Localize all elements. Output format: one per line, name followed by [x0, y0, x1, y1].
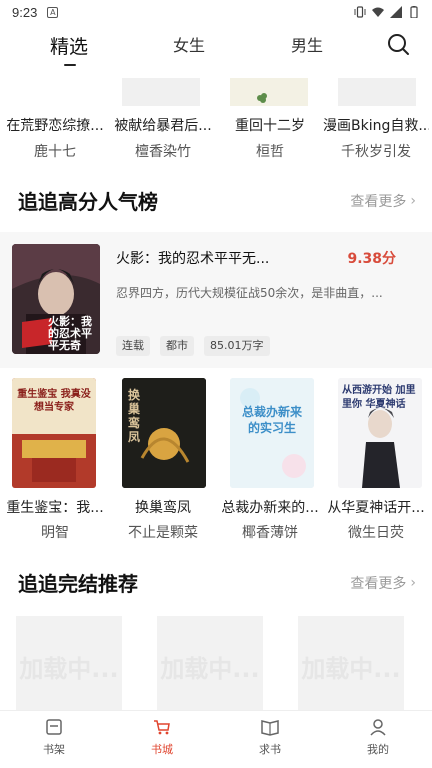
wifi-icon — [372, 7, 384, 17]
book-cover[interactable]: 重生鉴宝 我真没想当专家 — [12, 378, 96, 488]
book-author: 鹿十七 — [34, 144, 76, 160]
search-icon[interactable] — [386, 32, 410, 56]
nav-label: 书城 — [151, 743, 173, 756]
profile-icon — [370, 719, 386, 736]
book-author: 微生日荧 — [348, 525, 404, 541]
more-link-finished[interactable]: 查看更多 › — [350, 573, 416, 593]
nav-bookstore[interactable]: 书城 — [132, 717, 192, 757]
book-author: 檀香染竹 — [135, 144, 191, 160]
clover-decoration-icon — [257, 93, 267, 103]
chevron-right-icon: › — [410, 193, 416, 209]
featured-cover-text: 火影：我的忍术平平无奇 — [48, 315, 92, 352]
tab-male[interactable]: 男生 — [291, 32, 323, 56]
loading-placeholder: 加载中... — [16, 616, 122, 710]
nav-label: 我的 — [367, 743, 389, 756]
bookstore-cart-icon — [154, 720, 170, 735]
book-title[interactable]: 从华夏神话开... — [323, 497, 429, 517]
section-title-finished: 追追完结推荐 — [18, 572, 138, 596]
tag-genre: 都市 — [160, 336, 194, 356]
book-title[interactable]: 重生鉴宝：我... — [2, 497, 108, 517]
notification-a-icon: A — [47, 6, 59, 18]
vibrate-icon — [354, 6, 366, 18]
featured-book-cover[interactable]: 火影：我的忍术平平无奇 — [12, 244, 100, 354]
book-author: 千秋岁引发 — [341, 144, 411, 160]
book-title[interactable]: 换巢鸾凤 — [110, 497, 216, 517]
bottom-nav: 书架 书城 求书 我的 — [0, 710, 432, 768]
nav-label: 求书 — [259, 743, 281, 756]
book-author: 椰香薄饼 — [242, 525, 298, 541]
nav-request-book[interactable]: 求书 — [240, 717, 300, 757]
book-title[interactable]: 在荒野恋综撩... — [2, 115, 108, 135]
row1-covers — [0, 78, 432, 108]
tab-female[interactable]: 女生 — [173, 32, 205, 56]
more-link-label: 查看更多 — [350, 576, 407, 592]
featured-score: 9.38分 — [347, 251, 396, 267]
loading-placeholder: 加载中... — [298, 616, 404, 710]
book-title[interactable]: 总裁办新来的... — [217, 497, 323, 517]
chevron-right-icon: › — [410, 575, 416, 591]
section-title-popular: 追追高分人气榜 — [18, 190, 158, 214]
book-cover[interactable]: 总裁办新来的实习生 — [230, 378, 314, 488]
more-link-label: 查看更多 — [350, 194, 407, 210]
status-icons — [354, 6, 420, 18]
nav-profile[interactable]: 我的 — [348, 717, 408, 757]
top-tab-bar: 精选 女生 男生 — [0, 24, 432, 72]
featured-book-card[interactable]: 火影：我的忍术平平无奇 火影：我的忍术平平无... 9.38分 忍界四方，历代大… — [0, 232, 432, 368]
battery-icon — [410, 6, 418, 18]
more-link-popular[interactable]: 查看更多 › — [350, 191, 416, 211]
book-author: 不止是颗菜 — [128, 525, 198, 541]
featured-description: 忍界四方，历代大规模征战50余次，是非曲直，... — [116, 286, 383, 300]
tag-wordcount: 85.01万字 — [204, 336, 270, 356]
tab-indicator — [64, 64, 76, 66]
request-book-icon — [261, 720, 279, 736]
nav-bookshelf[interactable]: 书架 — [24, 717, 84, 757]
book-cover[interactable]: 从西游开始 加里里你 华夏神话 — [338, 378, 422, 488]
tab-featured[interactable]: 精选 — [50, 32, 88, 59]
book-cover[interactable] — [230, 78, 308, 106]
status-time: 9:23 — [12, 4, 38, 20]
book-title[interactable]: 漫画Bking自救... — [323, 115, 429, 135]
nav-label: 书架 — [43, 743, 65, 756]
bookshelf-icon — [46, 719, 62, 735]
book-author: 明智 — [41, 525, 69, 541]
book-cover[interactable]: 换巢鸾凤 — [122, 378, 206, 488]
book-author: 桓哲 — [256, 144, 284, 160]
featured-title[interactable]: 火影：我的忍术平平无... — [116, 248, 269, 268]
signal-icon — [390, 6, 402, 18]
book-cover[interactable] — [16, 78, 94, 106]
book-cover[interactable] — [122, 78, 200, 106]
cover-text: 重生鉴宝 我真没想当专家 — [17, 389, 91, 413]
cover-text: 总裁办新来的实习生 — [241, 405, 302, 435]
loading-placeholder: 加载中... — [157, 616, 263, 710]
tag-status: 连载 — [116, 336, 150, 356]
book-title[interactable]: 被献给暴君后... — [110, 115, 216, 135]
book-title[interactable]: 重回十二岁 — [217, 115, 323, 135]
cover-text: 从西游开始 加里里你 华夏神话 — [342, 385, 416, 410]
cover-text: 换巢鸾凤 — [128, 388, 141, 444]
status-bar: 9:23 A — [0, 0, 432, 24]
book-cover[interactable] — [338, 78, 416, 106]
